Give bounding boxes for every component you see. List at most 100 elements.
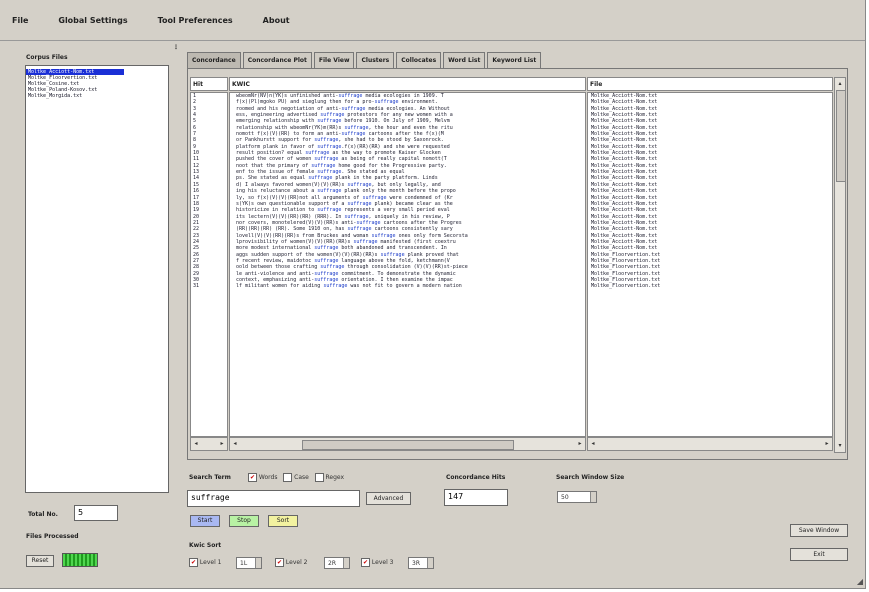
- kwic-keyword[interactable]: suffrage: [344, 125, 368, 131]
- kwic-keyword[interactable]: suffrage: [317, 169, 341, 175]
- scroll-up-icon[interactable]: ▴: [835, 78, 845, 90]
- tab-keyword-list[interactable]: Keyword List: [487, 52, 542, 68]
- menu-about[interactable]: About: [263, 16, 290, 25]
- exit-button[interactable]: Exit: [790, 548, 848, 561]
- kwic-keyword[interactable]: suffrage: [353, 239, 377, 245]
- words-option-label: Words: [258, 474, 278, 481]
- menu-tool-preferences[interactable]: Tool Preferences: [158, 16, 233, 25]
- menu-global-settings[interactable]: Global Settings: [58, 16, 127, 25]
- kwic-keyword[interactable]: suffrage: [314, 271, 338, 277]
- kwic-keyword[interactable]: suffrage: [341, 106, 365, 112]
- kwic-keyword[interactable]: suffrage: [317, 118, 341, 124]
- scroll-left-icon[interactable]: ◂: [230, 438, 240, 450]
- level2-label: Level 2: [285, 559, 308, 566]
- kwic-keyword[interactable]: suffrage: [317, 207, 341, 213]
- concordance-hits-label: Concordance Hits: [446, 474, 506, 481]
- menu-file[interactable]: File: [12, 16, 28, 25]
- hit-column: 1 2 3 4 5 6 7 8 9 10 11 12 13 14 15 16 17 18 19 20 21 22 23 24 2…: [190, 92, 228, 437]
- files-processed-label: Files Processed: [26, 533, 79, 540]
- scroll-right-icon[interactable]: ▸: [575, 438, 585, 450]
- sort-button[interactable]: Sort: [268, 515, 298, 527]
- kwic-left-context: enf to the issue of female: [236, 169, 318, 176]
- kwic-keyword[interactable]: suffrage: [338, 93, 362, 99]
- kwic-keyword[interactable]: suffrage: [323, 283, 347, 289]
- kwic-keyword[interactable]: suffrage: [320, 264, 344, 270]
- tab-file-view[interactable]: File View: [313, 52, 355, 68]
- kwic-keyword[interactable]: suffrage: [314, 245, 338, 251]
- kwic-column-header[interactable]: KWIC: [229, 77, 586, 91]
- stop-button[interactable]: Stop: [229, 515, 259, 527]
- tab-concordance[interactable]: Concordance: [187, 52, 241, 68]
- concordance-vscrollbar[interactable]: ▴ ▾: [834, 77, 846, 453]
- corpus-file-list[interactable]: Moltke_Acciott-Nom.txt Moltke_Floorvertio…: [25, 65, 169, 493]
- scroll-right-icon[interactable]: ▸: [217, 438, 227, 450]
- regex-checkbox[interactable]: [314, 473, 324, 482]
- tab-collocates[interactable]: Collocates: [396, 52, 442, 68]
- file-column-header[interactable]: File: [587, 77, 833, 91]
- case-checkbox[interactable]: [283, 473, 293, 482]
- search-term-label: Search Term: [189, 474, 231, 481]
- kwic-keyword[interactable]: suffrage: [347, 182, 371, 188]
- kwic-keyword[interactable]: suffrage: [314, 277, 338, 283]
- kwic-left-context: f(x)(Pl)mgoko PU) and sieglung then for …: [236, 99, 375, 106]
- kwic-keyword[interactable]: suffrage: [371, 233, 395, 239]
- splitter-handle[interactable]: ⋮: [173, 44, 179, 51]
- kwic-keyword[interactable]: suffrage: [317, 144, 341, 150]
- corpus-file-item[interactable]: Moltke_Morgida.txt: [26, 93, 168, 99]
- kwic-right-context: cartoons consistently sary: [371, 226, 453, 233]
- advanced-button[interactable]: Advanced: [366, 492, 411, 505]
- kwic-keyword[interactable]: suffrage: [381, 252, 405, 258]
- kwic-hscrollbar[interactable]: ◂ ▸: [229, 437, 586, 451]
- level1-checkbox[interactable]: ✔: [189, 558, 198, 567]
- level2-spinner[interactable]: 2R: [324, 557, 350, 569]
- kwic-keyword[interactable]: suffrage: [317, 188, 341, 194]
- scroll-left-icon[interactable]: ◂: [588, 438, 598, 450]
- kwic-keyword[interactable]: suffrage: [320, 112, 344, 118]
- kwic-column[interactable]: wbeomNr(NV)n(YK)s unfinished anti-suffra…: [229, 92, 586, 437]
- hit-hscrollbar[interactable]: ◂ ▸: [190, 437, 228, 451]
- scroll-left-icon[interactable]: ◂: [191, 438, 201, 450]
- kwic-keyword[interactable]: suffrage: [341, 131, 365, 137]
- level3-spinner[interactable]: 3R: [408, 557, 434, 569]
- kwic-keyword[interactable]: suffrage: [311, 163, 335, 169]
- tab-word-list[interactable]: Word List: [443, 52, 486, 68]
- vscroll-thumb[interactable]: [836, 90, 846, 182]
- save-window-button[interactable]: Save Window: [790, 524, 848, 537]
- kwic-keyword[interactable]: suffrage: [314, 137, 338, 143]
- kwic-keyword[interactable]: suffrage: [347, 226, 371, 232]
- kwic-keyword[interactable]: suffrage: [305, 150, 329, 156]
- search-term-input[interactable]: suffrage: [187, 490, 360, 507]
- start-button[interactable]: Start: [190, 515, 220, 527]
- tab-clusters[interactable]: Clusters: [356, 52, 395, 68]
- file-column[interactable]: Moltke_Acciott-Nom.txt Moltke_Acciott-Nom…: [587, 92, 833, 437]
- search-window-size-spinner[interactable]: 50: [557, 491, 597, 503]
- reset-button[interactable]: Reset: [26, 555, 54, 567]
- kwic-keyword[interactable]: suffrage: [308, 175, 332, 181]
- hit-column-header[interactable]: Hit: [190, 77, 228, 91]
- file-name-cell[interactable]: Moltke_Floorvertion.txt: [591, 283, 832, 289]
- kwic-right-context: cartoons after the f(x)(M: [365, 131, 444, 138]
- kwic-right-context: through consolidation (V)(V)(RR)st-piece: [344, 264, 468, 271]
- tab-concordance-plot[interactable]: Concordance Plot: [242, 52, 312, 68]
- kwic-keyword[interactable]: suffrage: [314, 258, 338, 264]
- kwic-keyword[interactable]: suffrage: [356, 220, 380, 226]
- kwic-keyword[interactable]: suffrage: [362, 195, 386, 201]
- kwic-keyword[interactable]: suffrage: [344, 214, 368, 220]
- words-checkbox[interactable]: ✔: [248, 473, 257, 482]
- kwic-hscroll-thumb[interactable]: [302, 440, 514, 450]
- level3-checkbox[interactable]: ✔: [361, 558, 370, 567]
- resize-grip-icon[interactable]: ◢: [857, 577, 863, 586]
- file-hscrollbar[interactable]: ◂ ▸: [587, 437, 833, 451]
- kwic-line[interactable]: lf militant women for aiding suffrage wa…: [236, 283, 585, 289]
- kwic-keyword[interactable]: suffrage: [374, 99, 398, 105]
- kwic-left-context: roomed and his negotiation of anti-: [236, 105, 342, 112]
- kwic-keyword[interactable]: suffrage: [314, 156, 338, 162]
- kwic-left-context: d) I always favored women(V)(V)(RR)s: [236, 181, 348, 188]
- scroll-down-icon[interactable]: ▾: [835, 440, 845, 452]
- level2-checkbox[interactable]: ✔: [275, 558, 284, 567]
- kwic-keyword[interactable]: suffrage: [347, 201, 371, 207]
- scroll-right-icon[interactable]: ▸: [822, 438, 832, 450]
- level1-spinner[interactable]: 1L: [236, 557, 262, 569]
- kwic-left-context: relationship with wbeomNr(YK)m(RR)s: [236, 124, 345, 131]
- kwic-right-context: cartoons after the Progres: [380, 219, 462, 226]
